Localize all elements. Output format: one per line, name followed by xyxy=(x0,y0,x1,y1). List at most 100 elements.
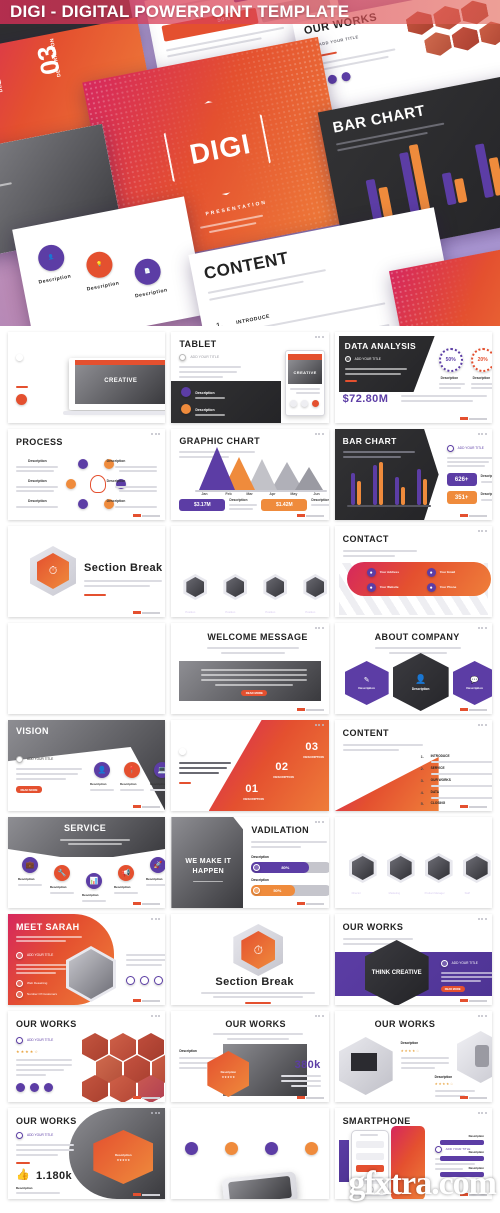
read-more-button[interactable]: READ MORE xyxy=(16,786,42,793)
add-title-label: ADD YOUR TITLE xyxy=(457,446,484,450)
slide-title: SMARTPHONE xyxy=(342,1116,411,1126)
slide-footer xyxy=(296,902,324,905)
chat-icon: 💬 xyxy=(470,677,480,684)
member-role-3: Position xyxy=(265,610,276,614)
mision-caption-3: DESCRIPTION xyxy=(303,755,324,759)
slide-tablet[interactable]: TABLET ADD YOUR TITLE Description Descri… xyxy=(171,332,329,423)
donut-caption-1: Description xyxy=(440,376,459,380)
slide-contact[interactable]: CONTACT ● Your Address ● Your Email ● Yo… xyxy=(334,526,492,617)
slide-cover-digi[interactable]: DIGI PRESENTATION xyxy=(8,623,166,714)
monitor-icon: 💻 xyxy=(154,762,166,778)
graphic-stat-caption-2: Description xyxy=(311,498,329,502)
slide-welcome-message[interactable]: WELCOME MESSAGE READ MORE xyxy=(171,623,329,714)
more-options-icon[interactable] xyxy=(314,433,324,435)
bar-stat-value-2: 351+ xyxy=(454,494,469,501)
slide-title: LAPTOP xyxy=(16,339,55,349)
slide-meet-sarah[interactable]: MEET SARAH ADD YOUR TITLE Web Desaining … xyxy=(8,914,166,1005)
hero-add-title: ADD YOUR TITLE xyxy=(318,34,360,47)
slide-footer xyxy=(133,999,161,1002)
add-title-label: ADD YOUR TITLE xyxy=(190,749,217,753)
slide-content-list[interactable]: CONTENT 1. INTRODUCE 2. SERVICE 3. OUR W… xyxy=(334,720,492,811)
slide-data-analysis[interactable]: DATA ANALYSIS ADD YOUR TITLE 50% Descrip… xyxy=(334,332,492,423)
more-options-icon[interactable] xyxy=(477,724,487,726)
donut-chart-1: 50% xyxy=(438,348,463,372)
slide-section-break-2[interactable]: ⏱ Section Break xyxy=(171,914,329,1005)
read-more-button[interactable]: READ MORE xyxy=(440,986,465,992)
hex-badge-label: Description xyxy=(220,1069,237,1074)
devices-caption-1: Description xyxy=(400,1041,419,1045)
contact-item-3: Your Website xyxy=(379,585,399,589)
laptop-screen-text: CREATIVE xyxy=(104,378,138,384)
pin-icon: 📍 xyxy=(124,762,140,778)
more-options-icon[interactable] xyxy=(151,918,161,920)
slide-process[interactable]: PROCESS Description Description Descript… xyxy=(8,429,166,520)
slide-title: MISION xyxy=(179,727,214,737)
member-role-4: Position xyxy=(305,610,316,614)
slide-vadilation[interactable]: WE MAKE IT HAPPEN VADILATION Description… xyxy=(171,817,329,908)
more-options-icon[interactable] xyxy=(151,433,161,435)
slide-our-works-hex-grid[interactable]: OUR WORKS ADD YOUR TITLE ★★★★☆ xyxy=(8,1011,166,1102)
more-options-icon[interactable] xyxy=(151,1015,161,1017)
slide-title: Section Break xyxy=(215,976,294,988)
about-caption-3: Description xyxy=(466,686,483,690)
member-caption-2: Description xyxy=(223,604,240,608)
more-options-icon[interactable] xyxy=(314,627,324,629)
about-caption-1: Description xyxy=(358,686,375,690)
donut-value-2: 20% xyxy=(477,357,488,363)
slide-bar-chart[interactable]: BAR CHART ADD YOUR TITLE 626+ Descriptio… xyxy=(334,429,492,520)
slide-title: OUR WORKS xyxy=(16,1019,77,1029)
more-options-icon[interactable] xyxy=(477,918,487,920)
description-label-1: Description xyxy=(31,394,51,398)
read-more-label: READ MORE xyxy=(245,691,263,695)
more-options-icon[interactable] xyxy=(314,1015,324,1017)
more-options-icon[interactable] xyxy=(314,336,324,338)
slide-title: TABLET xyxy=(179,339,217,349)
more-options-icon[interactable] xyxy=(477,627,487,629)
our-works-stat: 380k xyxy=(294,1059,321,1071)
user-icon: 👤 xyxy=(94,762,110,778)
vadilation-bar-label-2: Description xyxy=(251,878,269,882)
member-caption-1: Description xyxy=(183,604,200,608)
slide-our-works-think-creative[interactable]: OUR WORKS THINK CREATIVE ADD YOUR TITLE … xyxy=(334,914,492,1005)
grid-row-3: ⏱ Section Break CLIENT TESTIMONIAL Descr… xyxy=(0,526,500,623)
vadilation-bar-value-2: 50% xyxy=(273,888,282,893)
more-options-icon[interactable] xyxy=(314,821,324,823)
grid-row-7: MEET SARAH ADD YOUR TITLE Web Desaining … xyxy=(0,914,500,1011)
grid-row-8: OUR WORKS ADD YOUR TITLE ★★★★☆ OUR WORKS… xyxy=(0,1011,500,1108)
slide-good-team[interactable]: GOOD TEAM James Director Anna Marketing … xyxy=(334,817,492,908)
service-caption-5: Description xyxy=(146,877,163,881)
graphic-stat-caption-1: Description xyxy=(229,498,248,502)
slide-footer xyxy=(459,1096,487,1099)
read-more-button[interactable]: READ MORE xyxy=(241,690,268,696)
more-options-icon[interactable] xyxy=(151,1112,161,1114)
slide-laptop[interactable]: LAPTOP ADD YOUR TITLE Description Descri… xyxy=(8,332,166,423)
content-item-2: SERVICE xyxy=(430,766,445,770)
graphic-stat-value-2: $1.42M xyxy=(275,502,293,508)
slide-title: OUR WORKS xyxy=(374,1019,436,1029)
more-options-icon[interactable] xyxy=(477,1112,487,1114)
more-options-icon[interactable] xyxy=(314,724,324,726)
slide-client-testimonial[interactable]: CLIENT TESTIMONIAL Description Position … xyxy=(171,526,329,617)
slide-our-works-likes[interactable]: OUR WORKS ADD YOUR TITLE 👍 1.180k Descri… xyxy=(8,1108,166,1199)
slide-our-works-photo[interactable]: OUR WORKS Description Description ★★★★★ … xyxy=(171,1011,329,1102)
slide-our-works-devices[interactable]: OUR WORKS Description ★★★★☆ Description … xyxy=(334,1011,492,1102)
read-more-label: READ MORE xyxy=(444,987,461,991)
slide-title: MEET SARAH xyxy=(16,922,80,932)
slide-section-break[interactable]: ⏱ Section Break xyxy=(8,526,166,617)
tablet-screen-text: CREATIVE xyxy=(293,370,317,375)
slide-smartphone-features[interactable]: SMARTPHONE Description Description Descr… xyxy=(171,1108,329,1199)
slide-footer xyxy=(133,805,161,808)
slide-graphic-chart[interactable]: GRAPHIC CHART Jan Feb Mar Apr May Jun $3… xyxy=(171,429,329,520)
slide-about-company[interactable]: ABOUT COMPANY ✎ Description 👤 Descriptio… xyxy=(334,623,492,714)
page-title: DIGI - DIGITAL POWERPOINT TEMPLATE xyxy=(10,2,350,21)
slide-footer xyxy=(133,902,161,905)
more-options-icon[interactable] xyxy=(477,433,487,435)
more-options-icon[interactable] xyxy=(477,530,487,532)
hero-bar-chart-title: BAR CHART xyxy=(331,102,427,137)
slide-mision[interactable]: MISION ADD YOUR TITLE 01 DESCRIPTION 02 … xyxy=(171,720,329,811)
slide-vision[interactable]: VISION ADD YOUR TITLE READ MORE 👤 Descri… xyxy=(8,720,166,811)
likes-caption: Description xyxy=(16,1186,33,1190)
slide-service[interactable]: SERVICE 💼 Description 🔧 Description 📊 De… xyxy=(8,817,166,908)
more-options-icon[interactable] xyxy=(477,1015,487,1017)
grid-row-1: LAPTOP ADD YOUR TITLE Description Descri… xyxy=(0,332,500,429)
